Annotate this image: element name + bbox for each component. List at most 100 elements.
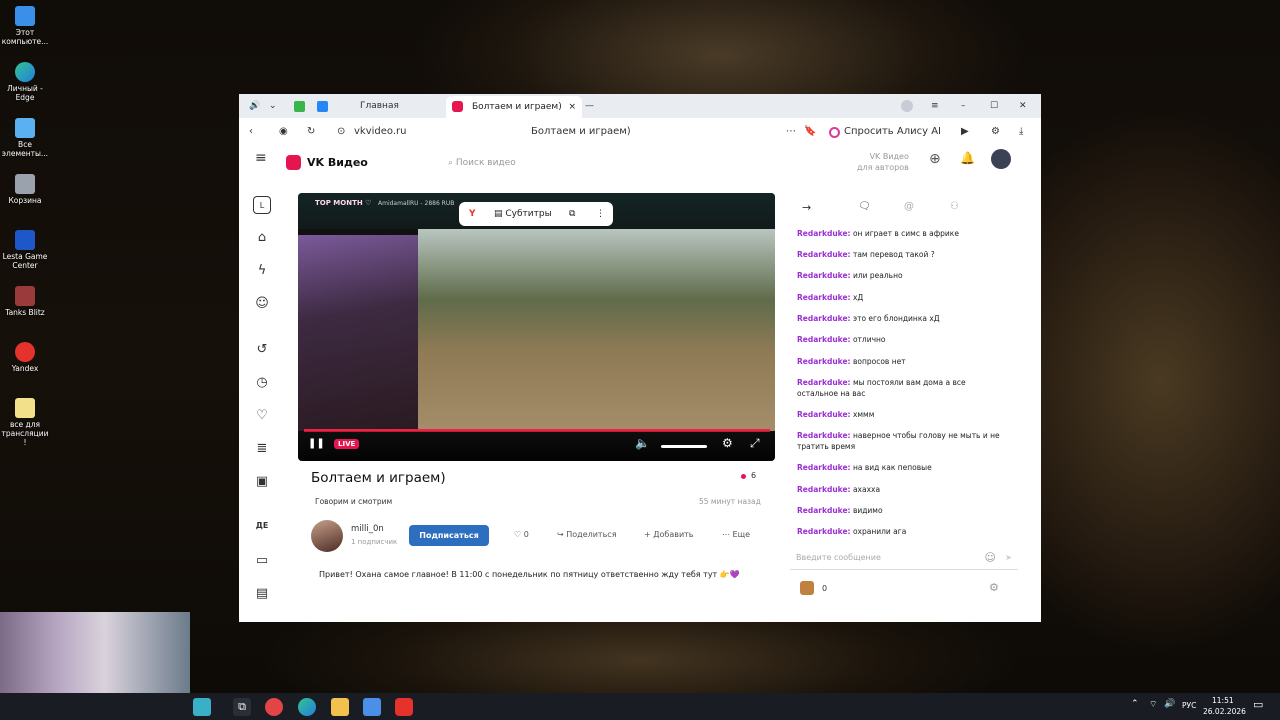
category-link[interactable]: Говорим и смотрим [315,497,392,506]
desktop-icon-recycle-bin[interactable]: Корзина [0,174,50,205]
like-button[interactable]: ♡ 0 [514,530,529,539]
desktop-icon-tanks-blitz[interactable]: Tanks Blitz [0,286,50,317]
widgets-icon[interactable] [193,698,211,716]
language-indicator[interactable]: РУС [1182,701,1196,710]
clock-icon[interactable]: ◷ [253,374,271,392]
tab-active[interactable]: Болтаем и играем) × [446,96,582,118]
yandex-home-icon[interactable]: ◉ [279,118,288,146]
explorer-icon[interactable] [331,698,349,716]
chat-message: Redarkduke: на вид как пеповые [797,463,932,472]
settings-icon[interactable]: ⚙ [722,436,733,450]
volume-slider[interactable] [661,445,707,448]
desktop-icon-folder[interactable]: все для трансляции ! [0,398,50,447]
channel-name[interactable]: milli_0n [351,524,384,534]
playlist-icon[interactable]: ≣ [253,440,271,458]
fullscreen-icon[interactable]: ⤢ [750,436,760,451]
sidebar: L ⌂ ϟ ☺ ↺ ◷ ♡ ≣ ▣ ДЕ ▭ ▤ [239,146,285,622]
site-logo[interactable]: VK Видео [307,156,368,169]
subtitles-pill: Y ▤ Субтитры ⧉ ⋮ [459,202,613,226]
subtitles-button[interactable]: ▤ Субтитры [494,202,552,226]
url-field[interactable]: vkvideo.ru [354,118,406,146]
tab-home[interactable]: Главная [360,94,399,118]
edge-taskbar-icon[interactable] [298,698,316,716]
emoji-icon[interactable]: ☺ [985,546,996,570]
bookmark-icon[interactable]: 🔖 [804,118,816,146]
clock-time[interactable]: 11:51 [1212,696,1234,705]
menu-icon[interactable]: ≡ [931,94,939,118]
task-view-icon[interactable]: ⧉ [233,698,251,716]
speaker-icon[interactable]: 🔊 [1164,699,1175,709]
pause-icon[interactable]: ❚❚ [308,438,325,449]
live-icon[interactable]: L [253,196,271,214]
back-icon[interactable]: ‹ [249,118,253,146]
ask-alice-button[interactable]: Спросить Алису AI [844,118,941,146]
tab-audio-icon[interactable]: 🔊 [249,94,260,118]
edge-icon [15,62,35,82]
vk-tab-icon[interactable] [317,101,328,112]
more-button[interactable]: ⋯ Еще [722,530,750,539]
kinopoisk-tab-icon[interactable] [294,101,305,112]
media-icon[interactable]: ▶ [961,118,969,146]
minimize-icon[interactable]: – [961,94,966,118]
desktop-icon-yandex[interactable]: Yandex [0,342,50,373]
subscriptions-icon[interactable]: ▣ [253,473,271,491]
chat-tab-icon[interactable]: 🗨 [858,201,871,212]
yandex-browser-taskbar-icon[interactable] [395,698,413,716]
send-icon[interactable]: ➤ [1005,546,1012,570]
home-icon[interactable]: ⌂ [253,229,271,247]
tab-bar: 🔊 ⌄ Главная Болтаем и играем) × — ≡ – ☐ … [239,94,1041,118]
bunny-icon[interactable]: ☺ [253,295,271,313]
extension-icon[interactable]: ⚙ [991,118,1000,146]
subscribe-button[interactable]: Подписаться [409,525,489,546]
add-video-icon[interactable]: ⊕ [929,151,941,167]
collapse-chat-icon[interactable]: → [802,201,811,214]
viewers-tab-icon[interactable]: ⚇ [950,201,959,212]
desktop-icon-edge[interactable]: Личный - Edge [0,62,50,102]
kids-icon[interactable]: ДЕ [253,517,271,535]
new-tab-icon[interactable]: — [585,94,594,118]
desktop-icon-lesta[interactable]: Lesta Game Center [0,230,50,270]
tabs-menu-icon[interactable]: ⌄ [269,94,277,118]
obs-icon[interactable] [265,698,283,716]
heart-icon[interactable]: ♡ [253,407,271,425]
channel-avatar[interactable] [311,520,343,552]
lightning-icon[interactable]: ϟ [253,262,271,280]
chat-input[interactable]: Введите сообщение ☺ ➤ [790,546,1018,570]
add-button[interactable]: + Добавить [644,530,694,539]
authors-link[interactable]: VK Видео для авторов [857,151,909,173]
book-icon[interactable]: ▭ [253,552,271,570]
pip-icon[interactable]: ⧉ [569,202,575,226]
close-window-icon[interactable]: ✕ [1019,94,1027,118]
avatar[interactable] [991,149,1011,169]
chat-message: Redarkduke: хммм [797,410,875,419]
chat-settings-icon[interactable]: ⚙ [989,581,999,594]
store-icon[interactable] [363,698,381,716]
yandex-translate-icon[interactable]: Y [469,202,476,226]
desktop-icon-all-items[interactable]: Все элементы... [0,118,50,158]
notifications-icon[interactable]: ▭ [1253,698,1263,711]
more-icon[interactable]: ⋯ [786,118,796,146]
reload-icon[interactable]: ↻ [307,118,315,146]
tray-chevron-icon[interactable]: ⌃ [1131,699,1139,709]
close-tab-icon[interactable]: × [568,96,576,118]
share-button[interactable]: ↪ Поделиться [557,530,617,539]
desktop-icon-computer[interactable]: Этот компьюте... [0,6,50,46]
profile-icon[interactable] [901,100,913,112]
mentions-tab-icon[interactable]: @ [904,201,914,212]
bell-icon[interactable]: 🔔 [960,151,975,165]
chat-message: Redarkduke: охранили ага [797,527,907,536]
video-title: Болтаем и играем) [311,470,446,486]
video-player[interactable]: TOP MONTH ♡ AmidamallRU - 2886 RUB Y ▤ С… [298,193,775,461]
chat-message: Redarkduke: хД [797,293,864,302]
history-icon[interactable]: ↺ [253,341,271,359]
maximize-icon[interactable]: ☐ [990,94,998,118]
movies-icon[interactable]: ▤ [253,585,271,603]
chat-message: Redarkduke: вопросов нет [797,357,906,366]
network-icon[interactable]: ⌔ [1149,699,1157,710]
tanks-blitz-icon [15,286,35,306]
more-vertical-icon[interactable]: ⋮ [596,202,605,226]
download-icon[interactable]: ⤓ [1019,118,1023,146]
clock-date[interactable]: 26.02.2026 [1203,707,1246,716]
search-input[interactable]: ⌕ Поиск видео [448,153,648,173]
volume-icon[interactable]: 🔈 [635,436,650,450]
